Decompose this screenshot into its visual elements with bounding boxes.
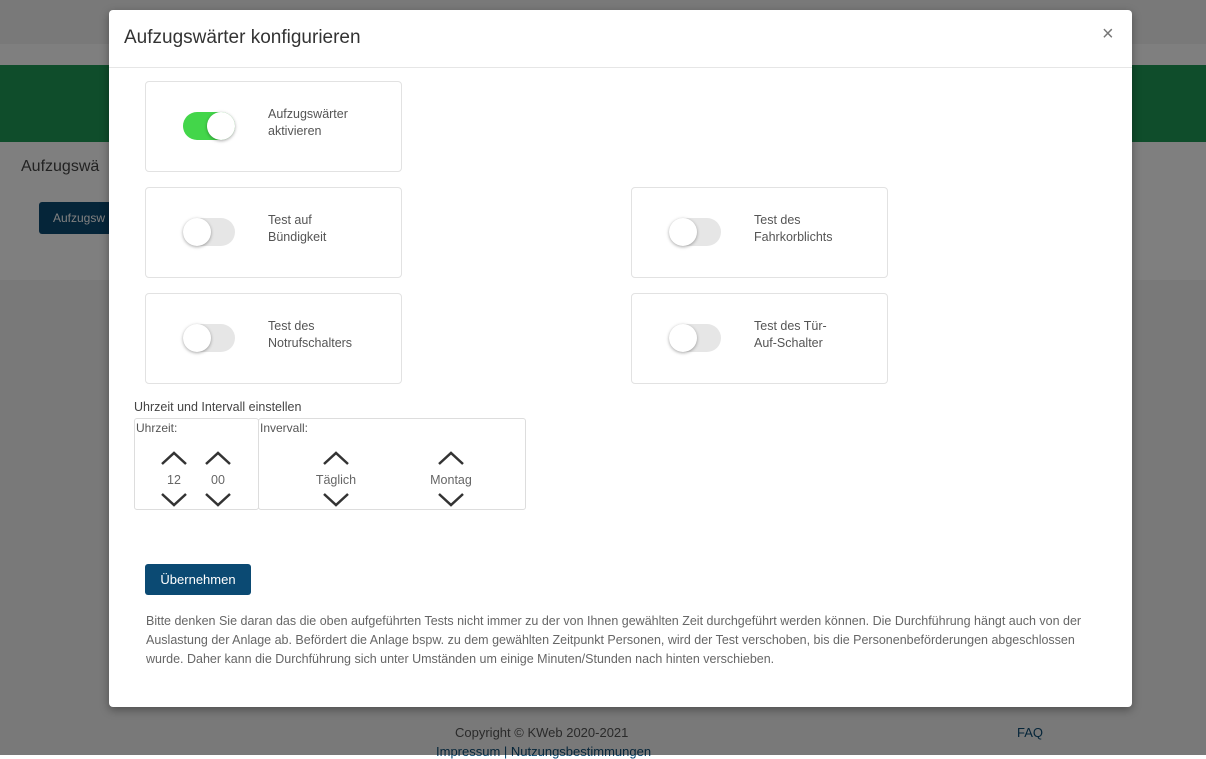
info-note: Bitte denken Sie daran das die oben aufg…	[146, 614, 1082, 666]
activate-toggle[interactable]	[183, 112, 235, 140]
toggle-label-line2: Auf-Schalter	[754, 336, 823, 350]
day-down-chevron-down-icon[interactable]	[437, 492, 465, 508]
toggle-knob	[207, 112, 235, 140]
toggle-label-line2: aktivieren	[268, 124, 322, 138]
leveling-test-toggle[interactable]	[183, 218, 235, 246]
toggle-card-cabin-light: Test des Fahrkorblichts	[631, 187, 888, 278]
apply-button[interactable]: Übernehmen	[145, 564, 251, 595]
modal-header: Aufzugswärter konfigurieren ×	[109, 10, 1132, 68]
toggle-knob	[669, 218, 697, 246]
toggle-label: Test des Fahrkorblichts	[754, 212, 874, 246]
toggle-label-line2: Notrufschalters	[268, 336, 353, 350]
toggle-label-line1: Test des Tür-	[754, 319, 827, 333]
interval-value: Täglich	[315, 473, 357, 487]
toggle-label-line1: Test des	[754, 213, 801, 227]
toggle-card-activate: Aufzugswärter aktivieren	[145, 81, 402, 172]
toggle-label: Aufzugswärter aktivieren	[268, 106, 388, 140]
toggle-label: Test des Notrufschalters	[268, 318, 388, 352]
minute-value: 00	[211, 473, 225, 487]
toggle-knob	[183, 218, 211, 246]
toggle-label-line2: Fahrkorblichts	[754, 230, 833, 244]
toggle-label-line1: Test auf	[268, 213, 312, 227]
toggle-label: Test auf Bündigkeit	[268, 212, 388, 246]
toggle-label-line2: Bündigkeit	[268, 230, 327, 244]
time-picker: Uhrzeit: 12 00	[134, 418, 259, 510]
toggle-card-door-open: Test des Tür- Auf-Schalter	[631, 293, 888, 384]
time-label: Uhrzeit:	[136, 421, 178, 435]
toggle-label: Test des Tür- Auf-Schalter	[754, 318, 874, 352]
interval-down-chevron-down-icon[interactable]	[322, 492, 350, 508]
hour-value: 12	[167, 473, 181, 487]
toggle-label-line1: Test des	[268, 319, 315, 333]
interval-up-chevron-up-icon[interactable]	[322, 450, 350, 466]
hour-down-chevron-down-icon[interactable]	[160, 492, 188, 508]
day-value: Montag	[430, 473, 472, 487]
interval-picker: Invervall: Täglich Montag	[258, 418, 526, 510]
day-up-chevron-up-icon[interactable]	[437, 450, 465, 466]
minute-down-chevron-down-icon[interactable]	[204, 492, 232, 508]
toggle-card-emergency-switch: Test des Notrufschalters	[145, 293, 402, 384]
minute-up-chevron-up-icon[interactable]	[204, 450, 232, 466]
modal-title: Aufzugswärter konfigurieren	[124, 27, 361, 48]
config-modal: Aufzugswärter konfigurieren × Aufzugswär…	[109, 10, 1132, 707]
schedule-section-label: Uhrzeit und Intervall einstellen	[134, 400, 302, 414]
door-open-test-toggle[interactable]	[669, 324, 721, 352]
toggle-label-line1: Aufzugswärter	[268, 107, 348, 121]
interval-label: Invervall:	[260, 421, 309, 435]
hour-up-chevron-up-icon[interactable]	[160, 450, 188, 466]
toggle-knob	[183, 324, 211, 352]
close-icon[interactable]: ×	[1102, 23, 1114, 46]
toggle-card-leveling: Test auf Bündigkeit	[145, 187, 402, 278]
cabin-light-test-toggle[interactable]	[669, 218, 721, 246]
emergency-switch-test-toggle[interactable]	[183, 324, 235, 352]
toggle-knob	[669, 324, 697, 352]
